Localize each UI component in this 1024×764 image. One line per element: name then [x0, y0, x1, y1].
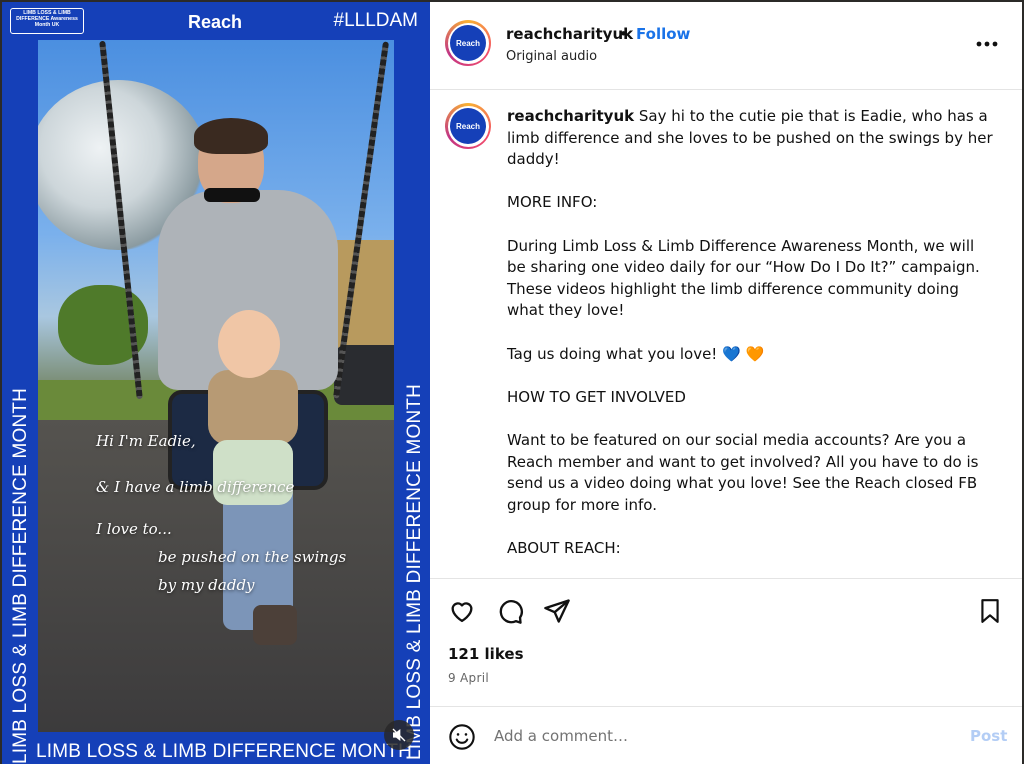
overlay-line-5: by my daddy: [158, 576, 255, 594]
overlay-line-1: Hi I'm Eadie,: [96, 432, 196, 450]
like-count[interactable]: 121 likes: [448, 645, 524, 663]
like-button[interactable]: [446, 595, 478, 627]
bookmark-icon: [981, 599, 999, 623]
post-sidebar: Reach reachcharityuk • Follow Original a…: [430, 2, 1022, 764]
lldam-logo: LIMB LOSS & LIMB DIFFERENCE Awareness Mo…: [10, 8, 84, 34]
tag-line-paragraph: Tag us doing what you love! 💙 🧡: [507, 344, 997, 366]
father-hair: [194, 118, 268, 154]
action-bar: 121 likes 9 April: [430, 578, 1022, 706]
hashtag-label: #LLLDAM: [333, 10, 419, 31]
username-link[interactable]: reachcharityuk: [506, 25, 633, 43]
video-player[interactable]: LIMB LOSS & LIMB DIFFERENCE Awareness Mo…: [2, 2, 430, 764]
caption-avatar-logo: Reach: [450, 108, 486, 144]
border-text-right: LIMB LOSS & LIMB DIFFERENCE MONTH: [404, 383, 425, 760]
comment-bar: Post: [430, 706, 1022, 764]
caption-avatar[interactable]: Reach: [445, 103, 491, 149]
avatar[interactable]: Reach: [445, 20, 491, 66]
border-text-left: LIMB LOSS & LIMB DIFFERENCE MONTH: [10, 387, 31, 764]
reach-logo: Reach: [188, 12, 243, 32]
comment-button[interactable]: [494, 595, 526, 627]
heart-icon: [451, 602, 473, 623]
muted-speaker-icon: [392, 728, 406, 742]
border-text-bottom: LIMB LOSS & LIMB DIFFERENCE MONTH: [36, 741, 413, 762]
post-header: Reach reachcharityuk • Follow Original a…: [430, 2, 1022, 90]
more-options-button[interactable]: [976, 30, 998, 50]
caption-text: reachcharityuk Say hi to the cutie pie t…: [507, 106, 997, 578]
post-date: 9 April: [448, 671, 489, 685]
avatar-border: Reach: [447, 22, 489, 64]
father-boot: [253, 605, 297, 645]
separator-dot: •: [619, 25, 628, 43]
involve-heading: HOW TO GET INVOLVED: [507, 387, 686, 406]
sunglasses: [204, 188, 260, 202]
caption-avatar-border: Reach: [447, 105, 489, 147]
mute-button[interactable]: [384, 720, 414, 750]
more-info-heading: MORE INFO:: [507, 193, 598, 212]
tag-line: Tag us doing what you love!: [507, 344, 718, 363]
avatar-logo: Reach: [450, 25, 486, 61]
overlay-line-4: be pushed on the swings: [158, 548, 347, 566]
follow-button[interactable]: Follow: [636, 25, 690, 43]
smiley-icon: [449, 724, 475, 750]
share-button[interactable]: [541, 595, 573, 627]
comment-icon: [499, 600, 523, 624]
video-frame: Hi I'm Eadie, & I have a limb difference…: [38, 40, 394, 732]
post-button[interactable]: Post: [970, 727, 1007, 745]
about-heading: ABOUT REACH:: [507, 538, 621, 557]
blue-heart-emoji: 💙: [722, 344, 741, 363]
send-icon: [544, 599, 570, 623]
orange-heart-emoji: 🧡: [745, 344, 765, 363]
post-modal: LIMB LOSS & LIMB DIFFERENCE Awareness Mo…: [0, 0, 1024, 764]
baby-body: [208, 370, 298, 445]
more-options-icon: [976, 41, 998, 47]
caption-area: Reach reachcharityuk Say hi to the cutie…: [430, 90, 1022, 578]
involve-body: Want to be featured on our social media …: [507, 430, 979, 514]
audio-link[interactable]: Original audio: [506, 49, 597, 64]
more-info-body: During Limb Loss & Limb Difference Aware…: [507, 236, 980, 320]
baby-head: [218, 310, 280, 378]
save-button[interactable]: [974, 595, 1006, 627]
emoji-button[interactable]: [446, 721, 478, 753]
overlay-line-3: I love to...: [96, 520, 172, 538]
overlay-line-2: & I have a limb difference: [96, 478, 295, 496]
comment-input[interactable]: [494, 724, 944, 748]
caption-username[interactable]: reachcharityuk: [507, 107, 634, 125]
